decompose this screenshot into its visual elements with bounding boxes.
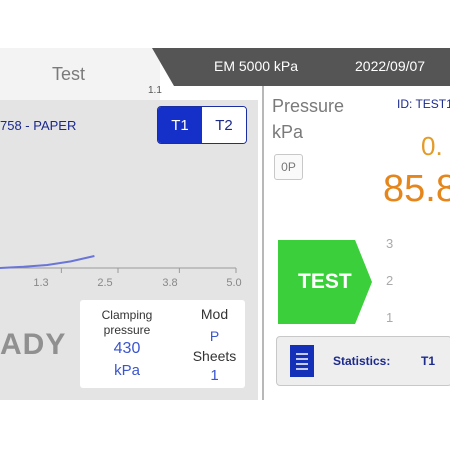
info-card: Clamping pressure 430 kPa Mod P Sheets 1 — [80, 300, 245, 388]
tab-test-label: Test — [52, 64, 86, 84]
pressure-chart — [0, 255, 237, 273]
scale-number: 2 — [386, 273, 394, 288]
header-date: 2022/09/07 — [355, 58, 426, 74]
mod-value: P — [209, 328, 220, 344]
scale-number: 3 — [386, 236, 394, 251]
unit-label: kPa — [272, 122, 304, 142]
list-icon — [290, 345, 314, 377]
scale-number: 1 — [386, 310, 394, 325]
t1-t2-toggle[interactable]: T1 T2 — [157, 106, 247, 144]
statistics-value: T1 — [421, 354, 436, 368]
t2-button[interactable]: T2 — [202, 107, 246, 143]
pressure-label: Pressure — [272, 96, 345, 116]
mod-label: Mod — [200, 306, 229, 322]
x-tick-label: 2.5 — [97, 277, 113, 289]
pressure-value: 85.8 — [383, 168, 450, 210]
header-mode: EM 5000 kPa — [214, 58, 299, 74]
clamping-value: 430 — [113, 340, 141, 357]
t1-button[interactable]: T1 — [158, 107, 202, 143]
clamping-unit: kPa — [114, 362, 140, 379]
sheets-value: 1 — [210, 367, 219, 384]
x-tick-label: 5.0 — [226, 277, 242, 289]
version-label: 1.1 — [148, 85, 162, 96]
clamping-label-line1: Clamping — [101, 308, 153, 322]
x-tick-label: 3.8 — [162, 277, 178, 289]
status-text: ADY — [0, 328, 67, 361]
statistics-label: Statistics: — [333, 354, 391, 368]
clamping-label-line2: pressure — [103, 323, 151, 337]
test-button-label: TEST — [298, 270, 352, 293]
small-value: 0. — [421, 131, 443, 161]
series-line — [0, 255, 95, 269]
panel-divider — [262, 86, 264, 400]
standard-label: 758 - PAPER — [0, 118, 77, 133]
id-label: ID: TEST1 — [397, 97, 450, 111]
x-tick-label: 1.3 — [33, 277, 49, 289]
sheets-label: Sheets — [192, 348, 237, 364]
op-button[interactable]: 0P — [274, 154, 303, 180]
